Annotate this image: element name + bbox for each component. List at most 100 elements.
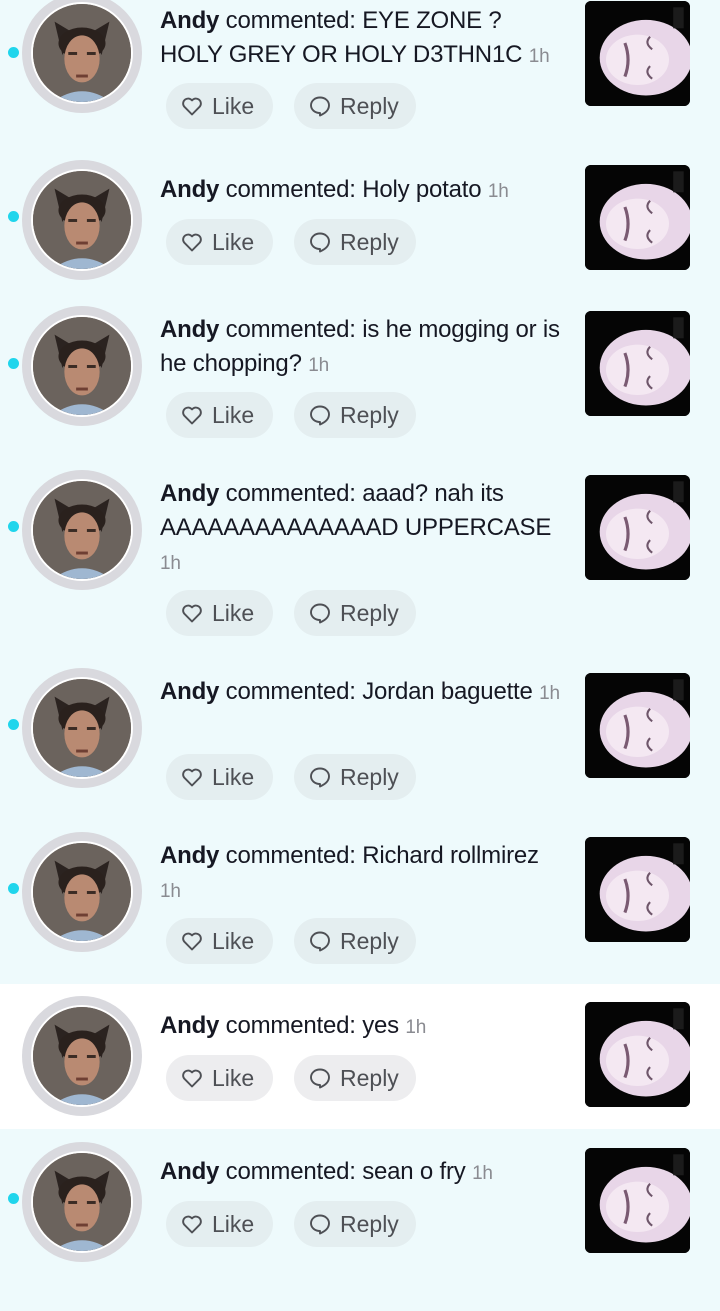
like-label: Like	[212, 1210, 255, 1237]
avatar[interactable]	[22, 306, 142, 426]
heart-icon	[182, 932, 202, 951]
notification-item[interactable]: Andy commented: aaad? nah its AAAAAAAAAA…	[0, 470, 720, 668]
reply-button[interactable]: Reply	[294, 754, 416, 800]
reply-label: Reply	[340, 1064, 399, 1091]
like-label: Like	[212, 927, 255, 954]
like-button[interactable]: Like	[166, 1055, 273, 1101]
comment-body: is he mogging or is he chopping?	[160, 316, 560, 377]
reply-label: Reply	[340, 228, 399, 255]
face-thumbnail-icon	[585, 837, 690, 942]
notification-item[interactable]: Andy commented: EYE ZONE ? HOLY GREY OR …	[0, 0, 720, 160]
username[interactable]: Andy	[160, 7, 219, 34]
video-thumbnail[interactable]	[585, 837, 690, 942]
like-button[interactable]: Like	[166, 219, 273, 265]
avatar[interactable]	[22, 0, 142, 113]
speech-bubble-icon	[310, 1068, 330, 1089]
comment-body: Holy potato	[362, 176, 482, 203]
like-button[interactable]: Like	[166, 590, 273, 636]
face-thumbnail-icon	[585, 1002, 690, 1107]
comment-text: Andy commented: sean o fry 1h	[160, 1155, 570, 1191]
reply-button[interactable]: Reply	[294, 590, 416, 636]
notification-item[interactable]: Andy commented: yes 1h Like Reply	[0, 984, 720, 1129]
like-label: Like	[212, 401, 255, 428]
reply-button[interactable]: Reply	[294, 1055, 416, 1101]
heart-icon	[182, 768, 202, 787]
action-verb: commented:	[225, 176, 356, 203]
user-photo-icon	[33, 4, 131, 102]
comment-body: Richard rollmirez	[362, 842, 539, 869]
notification-item[interactable]: Andy commented: sean o fry 1h Like Reply	[0, 1129, 720, 1311]
like-label: Like	[212, 228, 255, 255]
notification-item[interactable]: Andy commented: is he mogging or is he c…	[0, 305, 720, 470]
video-thumbnail[interactable]	[585, 311, 690, 416]
reply-label: Reply	[340, 927, 399, 954]
speech-bubble-icon	[310, 96, 330, 117]
timestamp: 1h	[539, 683, 560, 704]
reply-button[interactable]: Reply	[294, 392, 416, 438]
like-button[interactable]: Like	[166, 83, 273, 129]
like-label: Like	[212, 92, 255, 119]
avatar-photo	[31, 315, 133, 417]
avatar[interactable]	[22, 160, 142, 280]
reply-button[interactable]: Reply	[294, 219, 416, 265]
comment-text: Andy commented: yes 1h	[160, 1009, 570, 1045]
user-photo-icon	[33, 679, 131, 777]
video-thumbnail[interactable]	[585, 475, 690, 580]
username[interactable]: Andy	[160, 480, 219, 507]
comment-body: yes	[362, 1012, 399, 1039]
avatar[interactable]	[22, 832, 142, 952]
notification-item[interactable]: Andy commented: Jordan baguette 1h Like …	[0, 668, 720, 832]
video-thumbnail[interactable]	[585, 673, 690, 778]
username[interactable]: Andy	[160, 316, 219, 343]
avatar-photo	[31, 2, 133, 104]
unread-dot	[8, 47, 19, 58]
timestamp: 1h	[308, 355, 329, 376]
like-button[interactable]: Like	[166, 392, 273, 438]
username[interactable]: Andy	[160, 842, 219, 869]
username[interactable]: Andy	[160, 1158, 219, 1185]
reply-button[interactable]: Reply	[294, 1201, 416, 1247]
video-thumbnail[interactable]	[585, 1, 690, 106]
reply-label: Reply	[340, 1210, 399, 1237]
speech-bubble-icon	[310, 405, 330, 426]
avatar[interactable]	[22, 470, 142, 590]
heart-icon	[182, 1215, 202, 1234]
heart-icon	[182, 97, 202, 116]
reply-button[interactable]: Reply	[294, 918, 416, 964]
action-verb: commented:	[225, 316, 356, 343]
avatar-photo	[31, 479, 133, 581]
avatar[interactable]	[22, 1142, 142, 1262]
video-thumbnail[interactable]	[585, 165, 690, 270]
notification-item[interactable]: Andy commented: Holy potato 1h Like Repl…	[0, 160, 720, 305]
like-button[interactable]: Like	[166, 754, 273, 800]
action-verb: commented:	[225, 1012, 356, 1039]
like-label: Like	[212, 763, 255, 790]
timestamp: 1h	[528, 46, 550, 67]
face-thumbnail-icon	[585, 475, 690, 580]
avatar-photo	[31, 169, 133, 271]
video-thumbnail[interactable]	[585, 1148, 690, 1253]
like-button[interactable]: Like	[166, 1201, 273, 1247]
face-thumbnail-icon	[585, 1148, 690, 1253]
user-photo-icon	[33, 843, 131, 941]
heart-icon	[182, 1069, 202, 1088]
video-thumbnail[interactable]	[585, 1002, 690, 1107]
avatar-photo	[31, 841, 133, 943]
reply-button[interactable]: Reply	[294, 83, 416, 129]
face-thumbnail-icon	[585, 673, 690, 778]
like-button[interactable]: Like	[166, 918, 273, 964]
action-verb: commented:	[225, 1158, 356, 1185]
comment-body: aaad? nah its AAAAAAAAAAAAAAD UPPERCASE	[160, 480, 552, 541]
notification-item[interactable]: Andy commented: Richard rollmirez 1h Lik…	[0, 832, 720, 984]
avatar[interactable]	[22, 996, 142, 1116]
unread-dot	[8, 358, 19, 369]
avatar[interactable]	[22, 668, 142, 788]
username[interactable]: Andy	[160, 678, 219, 705]
comment-text: Andy commented: aaad? nah its AAAAAAAAAA…	[160, 477, 560, 581]
speech-bubble-icon	[310, 767, 330, 788]
speech-bubble-icon	[310, 603, 330, 624]
heart-icon	[182, 233, 202, 252]
username[interactable]: Andy	[160, 176, 219, 203]
username[interactable]: Andy	[160, 1012, 219, 1039]
unread-dot	[8, 211, 19, 222]
